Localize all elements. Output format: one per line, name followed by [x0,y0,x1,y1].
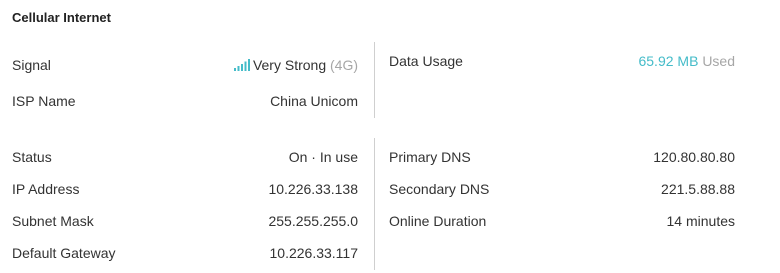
data-usage-label: Data Usage [389,53,463,69]
isp-label: ISP Name [12,93,76,109]
online-duration-value: 14 minutes [666,213,735,229]
primary-dns-label: Primary DNS [389,149,471,165]
ip-address-label: IP Address [12,181,80,197]
signal-row: Signal Very Strong (4G) [12,56,358,74]
column-divider-bottom [374,138,375,270]
isp-value: China Unicom [270,93,358,109]
section-title: Cellular Internet [12,10,111,25]
signal-label: Signal [12,57,51,73]
online-duration-row: Online Duration 14 minutes [389,212,735,230]
subnet-mask-row: Subnet Mask 255.255.255.0 [12,212,358,230]
data-usage-value: 65.92 MB Used [638,52,735,70]
primary-dns-row: Primary DNS 120.80.80.80 [389,148,735,166]
secondary-dns-label: Secondary DNS [389,181,490,197]
ip-address-value: 10.226.33.138 [268,181,358,197]
column-divider-top [374,42,375,118]
secondary-dns-value: 221.5.88.88 [661,181,735,197]
status-value: On · In use [288,149,358,165]
primary-dns-value: 120.80.80.80 [653,149,735,165]
status-row: Status On · In use [12,148,358,166]
ip-address-row: IP Address 10.226.33.138 [12,180,358,198]
signal-bars-icon [233,59,250,71]
data-usage-suffix: Used [702,53,735,69]
online-duration-label: Online Duration [389,213,487,229]
signal-network-type: (4G) [330,57,358,73]
default-gateway-label: Default Gateway [12,245,116,261]
signal-strength: Very Strong [252,57,327,73]
status-label: Status [12,149,52,165]
subnet-mask-value: 255.255.255.0 [268,213,358,229]
default-gateway-value: 10.226.33.117 [269,245,359,261]
data-usage-row: Data Usage 65.92 MB Used [389,52,735,70]
isp-row: ISP Name China Unicom [12,92,358,110]
data-usage-amount: 65.92 MB [638,53,699,69]
default-gateway-row: Default Gateway 10.226.33.117 [12,244,358,262]
signal-value: Very Strong (4G) [233,56,358,74]
subnet-mask-label: Subnet Mask [12,213,94,229]
secondary-dns-row: Secondary DNS 221.5.88.88 [389,180,735,198]
